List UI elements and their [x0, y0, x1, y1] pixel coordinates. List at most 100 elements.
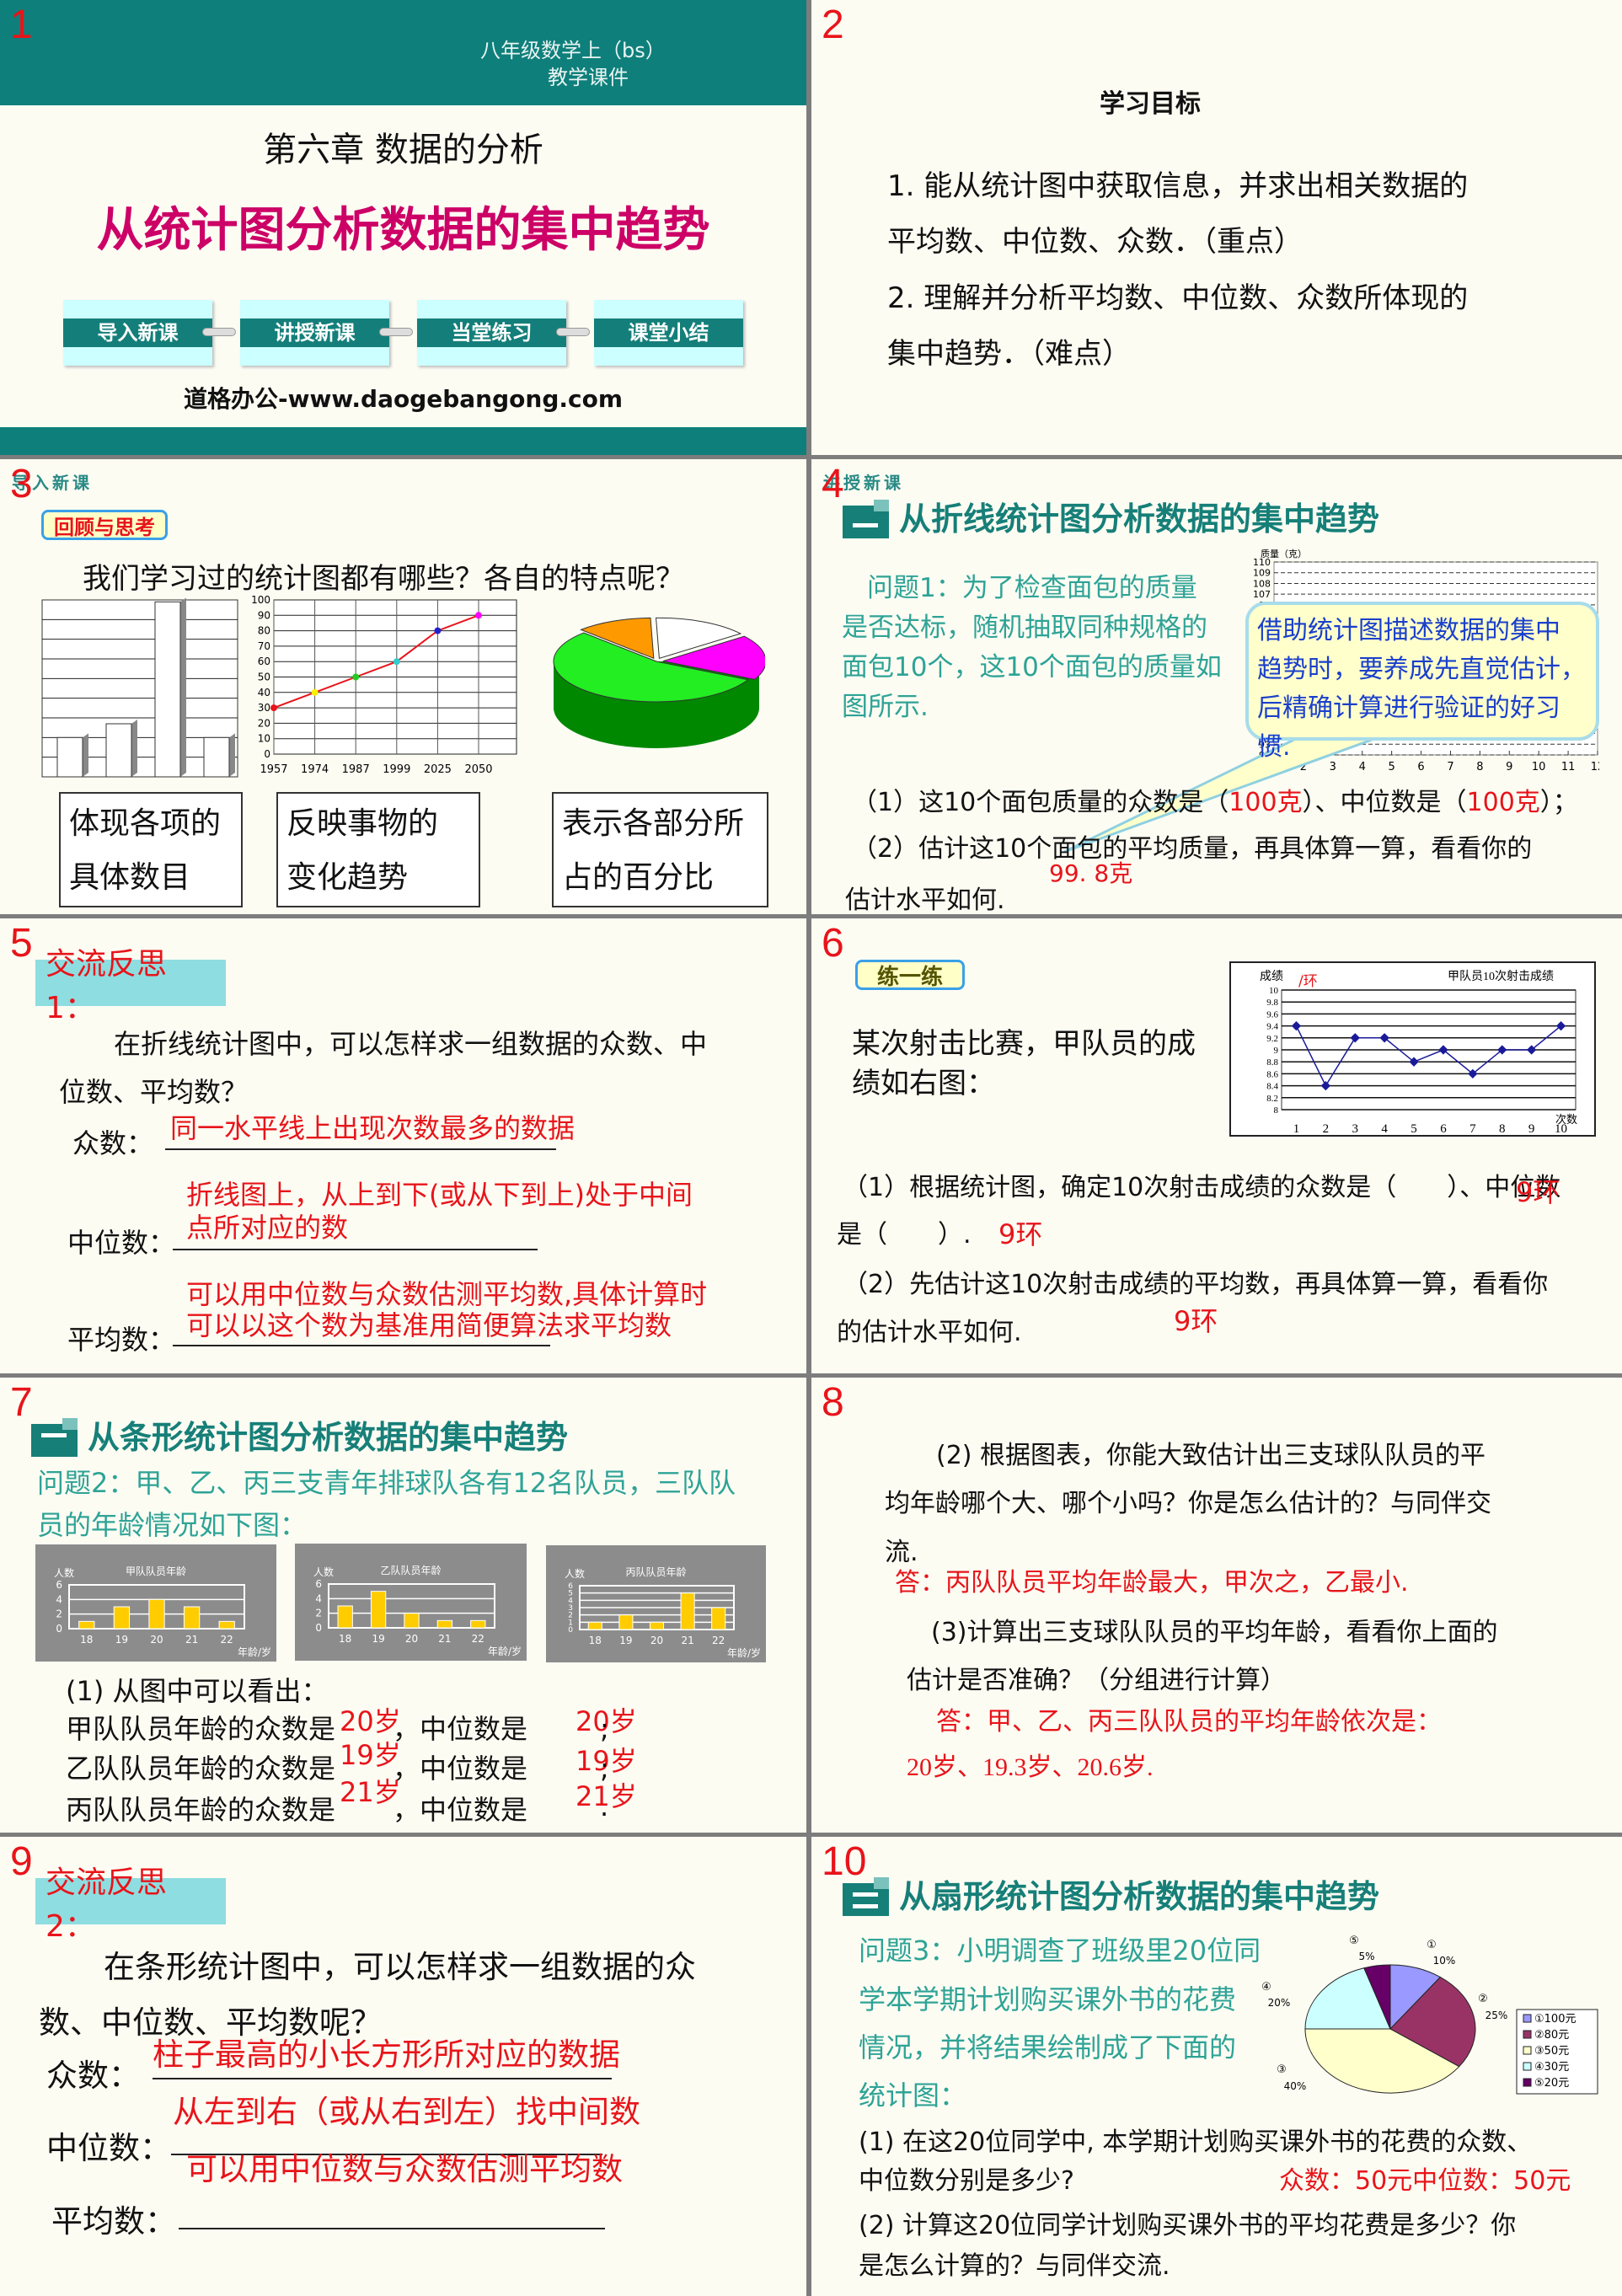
x-tick-label: 21 — [438, 1633, 451, 1645]
question-line: 图所示. — [842, 692, 929, 722]
y-tick-label: 80 — [258, 625, 270, 637]
slice-label: ③ — [1277, 2063, 1287, 2076]
feature-line: 表示各部分所 — [562, 806, 745, 841]
row-label: 丙队队员年龄的众数是 — [66, 1794, 336, 1826]
slide-9[interactable]: 9 交流反思2： 在条形统计图中，可以怎样求一组数据的众 数、中位数、平均数呢？… — [0, 1837, 806, 2296]
bar — [113, 1606, 131, 1630]
header-band — [0, 0, 806, 105]
feature-line: 占的百分比 — [562, 860, 715, 895]
chart-title: 甲队员10次射击成绩 — [1448, 970, 1554, 983]
slice-percent: 40% — [1284, 2080, 1307, 2092]
section-icon — [31, 1418, 78, 1457]
bar — [587, 1621, 602, 1630]
mean-blank[interactable] — [179, 2228, 605, 2229]
callout-line: 趋势时，要养成先直觉估计， — [1257, 655, 1586, 684]
section-title-text: 从扇形统计图分析数据的集中趋势 — [899, 1878, 1380, 1915]
slide-3[interactable]: 导入新课 3 回顾与思考 我们学习过的统计图都有哪些？各自的特点呢？ 0 10 20… — [0, 459, 806, 914]
q-text: （1）这10个面包质量的众数是（ — [852, 788, 1229, 817]
intro-text: (1) 从图中可以看出： — [66, 1675, 329, 1707]
legend-swatch — [1523, 2062, 1532, 2071]
y-tick-label: 0 — [264, 748, 270, 760]
nav-button-intro[interactable]: 导入新课 — [63, 300, 212, 366]
bar — [218, 1620, 235, 1630]
median-blank[interactable] — [173, 1249, 538, 1250]
answer-2: 答：丙队队员平均年龄最大，甲次之，乙最小. — [895, 1568, 1409, 1598]
x-tick-label: 21 — [681, 1635, 693, 1646]
question-text: 问题1：为了检查面包的质量 是否达标，随机抽取同种规格的 面包10个，这10个面包的… — [842, 569, 1238, 727]
slice-label: ④ — [1261, 1981, 1271, 1994]
slide-10[interactable]: 10 从扇形统计图分析数据的集中趋势 问题3：小明调查了班级里20位同 学本学期… — [811, 1837, 1622, 2296]
intro-line: 某次射击比赛，甲队员的成 — [852, 1027, 1196, 1061]
y-tick-label: 6 — [568, 1582, 573, 1591]
bar — [148, 1598, 165, 1630]
question-line: 统计图： — [859, 2079, 967, 2111]
question-line: 员的年龄情况如下图： — [37, 1509, 308, 1541]
y-tick-label: 9.8 — [1266, 998, 1278, 1008]
slice-percent: 10% — [1433, 1955, 1456, 1967]
bar — [436, 1619, 453, 1629]
slide-8[interactable]: 8 (2) 根据图表，你能大致估计出三支球队队员的平 均年龄哪个大、哪个小吗？你… — [811, 1378, 1622, 1833]
nav-label: 当堂练习 — [417, 318, 566, 347]
x-axis-label: 年龄/岁 — [488, 1645, 522, 1657]
bar — [649, 1621, 665, 1630]
slide-7[interactable]: 7 从条形统计图分析数据的集中趋势 问题2：甲、乙、丙三支青年排球队各有12名队… — [0, 1378, 806, 1833]
book-spending-pie-chart: ① 10% ② 25% ③ 40% ④ 20% ⑤ 5% ①100元 ②80元 ③50元 ④30元 ⑤20元 — [1261, 1935, 1598, 2095]
question-line: 学本学期计划购买课外书的花费 — [859, 1983, 1237, 2015]
nav-button-summary[interactable]: 课堂小结 — [594, 300, 743, 366]
y-tick-label: 0 — [568, 1626, 573, 1635]
slide-number: 4 — [822, 462, 844, 506]
callout-line: 后精确计算进行验证的好习 — [1257, 693, 1560, 723]
y-tick-label: 0 — [56, 1623, 62, 1635]
y-tick-label: 50 — [258, 672, 270, 683]
answer-3-line: 答：甲、乙、丙三队队员的平均年龄依次是： — [936, 1707, 1442, 1737]
slide-number: 9 — [10, 1839, 33, 1884]
callout-line: 借助统计图描述数据的集中 — [1257, 616, 1560, 645]
x-tick-label: 20 — [150, 1634, 163, 1646]
team-yi-age-chart: 人数 乙队队员年龄 0 2 4 6 18 19 20 21 22 年龄/岁 — [295, 1544, 527, 1661]
objectives-heading: 学习目标 — [1100, 89, 1201, 119]
bar — [183, 1606, 201, 1630]
x-axis-label: 年龄/岁 — [238, 1646, 271, 1658]
y-tick-label: 10 — [258, 733, 270, 745]
y-tick-label: 90 — [258, 609, 270, 621]
nav-label: 讲授新课 — [240, 318, 389, 347]
mode-blank[interactable] — [153, 2078, 612, 2079]
answer-1: 众数：50元中位数：50元 — [1279, 2166, 1571, 2196]
bar-side — [180, 598, 186, 777]
slide-number: 2 — [822, 3, 844, 47]
question-2-cont: 是怎么计算的？与同伴交流. — [859, 2251, 1170, 2281]
mean-blank[interactable] — [173, 1345, 550, 1346]
question-line: 问题1：为了检查面包的质量 — [867, 573, 1197, 603]
slide-number: 10 — [822, 1839, 867, 1884]
legend-label: ④30元 — [1534, 2061, 1569, 2074]
nav-button-new-lesson[interactable]: 讲授新课 — [240, 300, 389, 366]
row-mid: ，中位数是 — [393, 1753, 528, 1785]
x-tick-label: 7 — [1469, 1122, 1476, 1136]
legend-swatch — [1523, 2030, 1532, 2039]
section-title-text: 从条形统计图分析数据的集中趋势 — [88, 1419, 569, 1456]
slide-5[interactable]: 5 交流反思1： 在折线统计图中，可以怎样求一组数据的众数、中 位数、平均数？ … — [0, 918, 806, 1373]
y-tick-label: 8.2 — [1266, 1094, 1278, 1104]
mean-answer: 可以用中位数与众数估测平均数 — [186, 2151, 623, 2187]
y-tick-label: 100 — [251, 594, 270, 606]
question-line: 问题3：小明调查了班级里20位同 — [859, 1935, 1261, 1967]
website-link[interactable]: 道格办公-www.daogebangong.com — [0, 381, 806, 415]
mode-answer: 19岁 — [340, 1739, 401, 1771]
median-label: 中位数： — [67, 1227, 176, 1259]
nav-button-practice[interactable]: 当堂练习 — [417, 300, 566, 366]
legend-label: ②80元 — [1534, 2029, 1569, 2042]
data-point — [352, 673, 360, 681]
row-mid: ，中位数是 — [393, 1794, 528, 1826]
slide-2[interactable]: 2 学习目标 1. 能从统计图中获取信息，并求出相关数据的 平均数、中位数、众数… — [811, 0, 1622, 455]
mode-blank[interactable] — [165, 1148, 556, 1150]
slide-number: 5 — [10, 921, 33, 966]
x-tick-label: 22 — [221, 1634, 233, 1646]
slide-4[interactable]: 讲授新课 4 从折线统计图分析数据的集中趋势 质量（克） 110 109 108 107… — [811, 459, 1622, 915]
slide-1[interactable]: 1 八年级数学上（bs） 教学课件 第六章 数据的分析 从统计图分析数据的集中趋… — [0, 0, 806, 455]
x-tick-label: 4 — [1381, 1122, 1388, 1136]
team-bing-age-chart: 人数 丙队队员年龄 0123456 18 19 20 21 22年龄/岁 — [546, 1545, 766, 1662]
bar — [370, 1591, 387, 1629]
question-2-line: 均年龄哪个大、哪个小吗？你是怎么估计的？与同伴交 — [885, 1489, 1491, 1518]
grade-label: 八年级数学上（bs） — [480, 39, 666, 62]
slide-6[interactable]: 6 练一练 某次射击比赛，甲队员的成 绩如右图： 甲队员10次射击成绩 成绩/环次… — [811, 918, 1622, 1373]
